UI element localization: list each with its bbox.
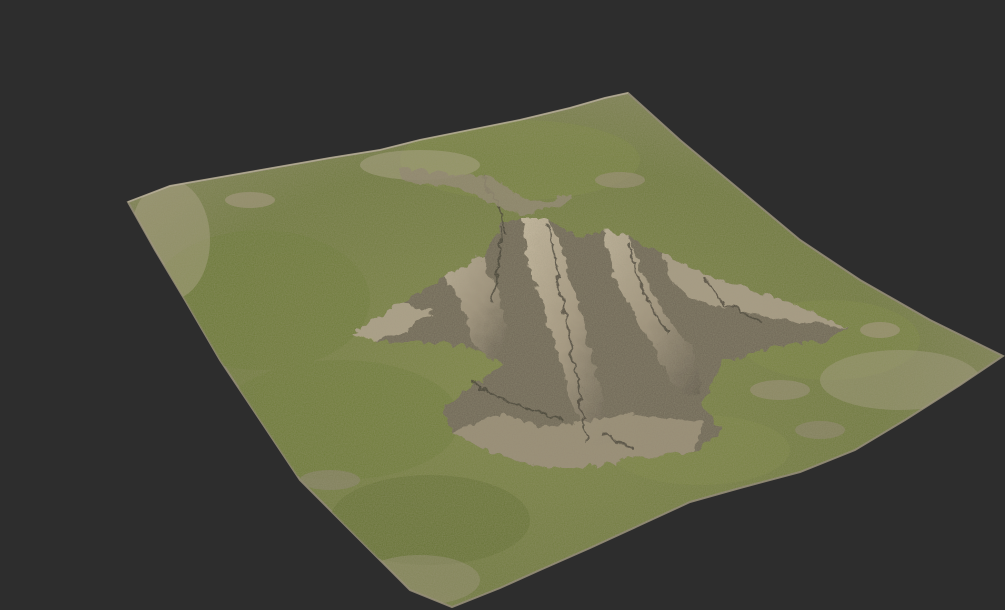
terrain-render [126,91,1005,609]
3d-viewport[interactable] [0,0,1005,610]
